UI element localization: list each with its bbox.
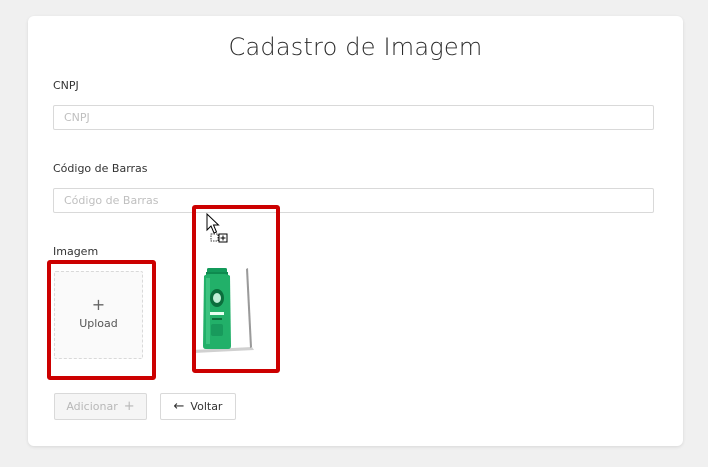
cnpj-input[interactable]	[53, 105, 654, 130]
image-label: Imagem	[53, 245, 99, 258]
back-button[interactable]: ← Voltar	[160, 393, 236, 420]
add-button[interactable]: Adicionar +	[54, 393, 147, 420]
upload-highlight-box	[47, 260, 156, 380]
image-registration-card: Cadastro de Imagem CNPJ Código de Barras…	[28, 16, 683, 446]
arrow-left-icon: ←	[173, 399, 185, 414]
page-title: Cadastro de Imagem	[228, 33, 483, 61]
copy-cursor-icon	[206, 212, 232, 243]
add-button-label: Adicionar	[66, 400, 118, 413]
plus-icon: +	[123, 399, 135, 414]
back-button-label: Voltar	[190, 400, 223, 413]
barcode-label: Código de Barras	[53, 162, 148, 175]
barcode-input[interactable]	[53, 188, 654, 213]
cnpj-label: CNPJ	[53, 79, 79, 92]
